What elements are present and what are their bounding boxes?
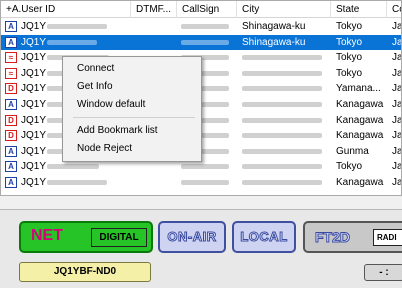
state-cell: Tokyo: [336, 67, 363, 79]
menu-item-add-bookmark[interactable]: Add Bookmark list: [65, 122, 199, 139]
redacted-text: [47, 39, 97, 45]
menu-item-window-default[interactable]: Window default: [65, 96, 199, 113]
radio-label: RADI: [373, 229, 402, 246]
state-cell: Tokyo: [336, 52, 363, 64]
menu-item-get-info[interactable]: Get Info: [65, 78, 199, 95]
list-header: +A.User ID DTMF... CallSign City State C…: [1, 1, 401, 18]
country-cell: Ja: [392, 177, 402, 188]
digital-node-icon: D: [5, 83, 17, 95]
city-cell: [242, 159, 330, 174]
state-cell: Tokyo: [336, 21, 363, 32]
redacted-text: [242, 117, 322, 123]
city-cell: [242, 113, 330, 128]
redacted-text: [181, 39, 229, 45]
redacted-text: [181, 24, 229, 29]
city-cell: [242, 50, 330, 65]
on-air-label: ON-AIR: [167, 229, 217, 245]
redacted-text: [242, 133, 322, 139]
redacted-text: [242, 148, 322, 154]
col-callsign[interactable]: CallSign: [177, 1, 237, 18]
ft2d-button[interactable]: FT2D RADI: [303, 221, 402, 253]
digital-label: DIGITAL: [91, 228, 147, 247]
analog-node-icon: A: [5, 177, 17, 188]
redacted-text: [181, 164, 229, 170]
city-cell: [242, 97, 330, 112]
country-cell: Ja: [392, 145, 402, 157]
city-cell: Shinagawa-ku: [242, 36, 306, 48]
country-cell: Ja: [392, 21, 402, 32]
col-country[interactable]: Co: [387, 1, 401, 18]
local-button[interactable]: LOCAL: [232, 221, 296, 253]
redacted-text: [242, 164, 322, 170]
analog-node-icon: A: [5, 36, 17, 48]
local-label: LOCAL: [240, 229, 288, 245]
analog-node-icon: A: [5, 145, 17, 157]
city-cell: Shinagawa-ku: [242, 21, 306, 32]
control-panel: NET DIGITAL ON-AIR LOCAL FT2D RADI JQ1YB…: [0, 209, 402, 288]
digital-node-icon: D: [5, 130, 17, 142]
wifi-node-icon: ≈: [5, 67, 17, 79]
redacted-text: [47, 180, 107, 185]
ft2d-label: FT2D: [315, 229, 351, 246]
net-digital-button[interactable]: NET DIGITAL: [19, 221, 153, 253]
col-user-id[interactable]: +A.User ID: [1, 1, 131, 18]
state-cell: Kanagawa: [336, 114, 384, 126]
analog-node-icon: A: [5, 21, 17, 32]
country-cell: Ja: [392, 130, 402, 142]
digital-node-icon: D: [5, 114, 17, 126]
state-cell: Gunma: [336, 145, 369, 157]
col-city[interactable]: City: [237, 1, 331, 18]
menu-separator: [73, 117, 195, 118]
col-dtmf[interactable]: DTMF...: [131, 1, 177, 18]
menu-item-node-reject[interactable]: Node Reject: [65, 140, 199, 157]
state-cell: Kanagawa: [336, 130, 384, 142]
country-cell: Ja: [392, 36, 402, 48]
net-label: NET: [31, 227, 63, 244]
country-cell: Ja: [392, 83, 402, 95]
redacted-text: [47, 24, 107, 29]
redacted-text: [47, 164, 99, 170]
country-cell: Ja: [392, 99, 402, 110]
city-cell: [242, 128, 330, 143]
state-cell: Tokyo: [336, 36, 363, 48]
redacted-text: [242, 70, 322, 76]
wifi-node-icon: ≈: [5, 52, 17, 64]
country-cell: Ja: [392, 67, 402, 79]
node-callsign-box[interactable]: JQ1YBF-ND0: [19, 262, 151, 282]
context-menu: Connect Get Info Window default Add Book…: [62, 56, 202, 162]
redacted-text: [242, 86, 322, 92]
state-cell: Tokyo: [336, 161, 363, 173]
country-cell: Ja: [392, 114, 402, 126]
city-cell: [242, 144, 330, 159]
on-air-button[interactable]: ON-AIR: [158, 221, 226, 253]
country-cell: Ja: [392, 161, 402, 173]
state-cell: Kanagawa: [336, 177, 384, 188]
redacted-text: [181, 180, 229, 185]
redacted-text: [242, 55, 322, 61]
analog-node-icon: A: [5, 99, 17, 110]
city-cell: [242, 66, 330, 81]
state-cell: Yamana...: [336, 83, 381, 95]
table-row[interactable]: A JQ1Y Shinagawa-ku Tokyo Ja: [1, 19, 402, 34]
country-cell: Ja: [392, 52, 402, 64]
table-row[interactable]: A JQ1Y Shinagawa-ku Tokyo Ja: [1, 34, 402, 50]
small-button[interactable]: - :: [364, 264, 402, 281]
redacted-text: [242, 102, 322, 107]
city-cell: [242, 81, 330, 96]
menu-item-connect[interactable]: Connect: [65, 60, 199, 77]
state-cell: Kanagawa: [336, 99, 384, 110]
table-row[interactable]: A JQ1Y Kanagawa Ja: [1, 175, 402, 190]
col-state[interactable]: State: [331, 1, 387, 18]
redacted-text: [242, 180, 322, 185]
city-cell: [242, 175, 330, 190]
analog-node-icon: A: [5, 161, 17, 173]
